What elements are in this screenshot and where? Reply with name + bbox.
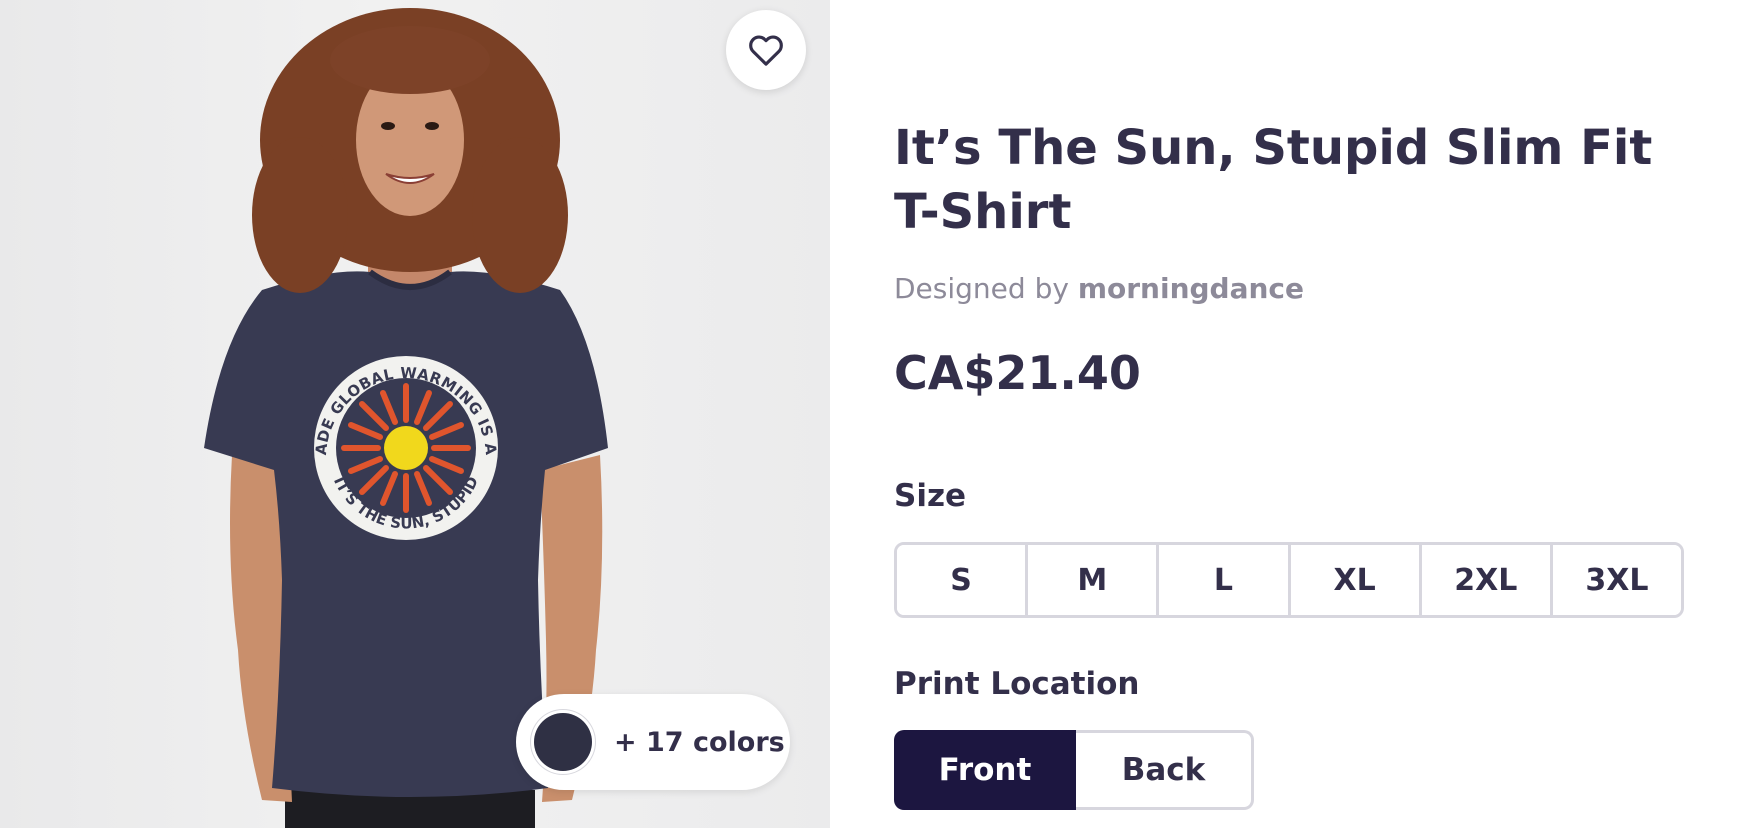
designer-link[interactable]: morningdance — [1078, 272, 1304, 305]
more-colors-label: + 17 colors — [614, 726, 785, 758]
selected-color-swatch — [534, 713, 592, 771]
color-picker-button[interactable]: + 17 colors — [516, 694, 790, 790]
product-page: MANMADE GLOBAL WARMING IS A HOAX IT’S TH… — [0, 0, 1746, 828]
print-location-heading: Print Location — [894, 666, 1140, 702]
size-option-xl[interactable]: XL — [1290, 545, 1422, 615]
size-option-m[interactable]: M — [1028, 545, 1160, 615]
heart-outline-icon — [749, 35, 783, 66]
designer-line: Designed by morningdance — [894, 272, 1304, 305]
product-details-panel: It’s The Sun, Stupid Slim Fit T-Shirt De… — [894, 0, 1694, 828]
product-price: CA$21.40 — [894, 346, 1141, 400]
size-option-s[interactable]: S — [897, 545, 1029, 615]
size-heading: Size — [894, 478, 967, 514]
size-selector: S M L XL 2XL 3XL — [894, 542, 1684, 618]
print-location-selector: Front Back — [894, 730, 1254, 810]
print-location-front-button[interactable]: Front — [894, 730, 1076, 810]
favorite-button[interactable] — [726, 10, 806, 90]
product-image-panel: MANMADE GLOBAL WARMING IS A HOAX IT’S TH… — [0, 0, 830, 828]
size-option-3xl[interactable]: 3XL — [1552, 545, 1681, 615]
print-location-back-button[interactable]: Back — [1076, 730, 1254, 810]
product-title: It’s The Sun, Stupid Slim Fit T-Shirt — [894, 120, 1653, 240]
size-option-l[interactable]: L — [1159, 545, 1291, 615]
designed-by-label: Designed by — [894, 272, 1069, 305]
size-option-2xl[interactable]: 2XL — [1421, 545, 1553, 615]
